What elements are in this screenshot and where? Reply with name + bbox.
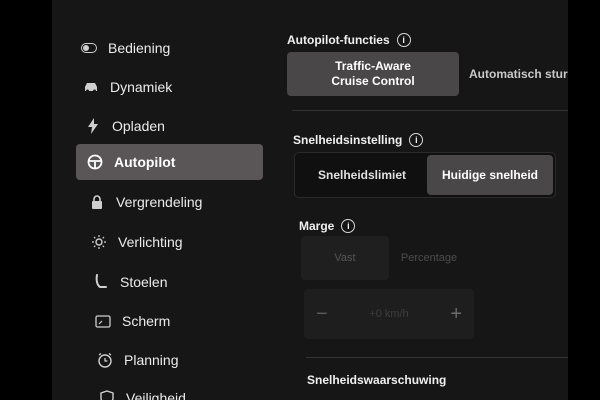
car-icon bbox=[82, 78, 100, 96]
option-vast[interactable]: Vast bbox=[301, 236, 389, 280]
sidebar-item-label: Veiligheid bbox=[126, 390, 186, 400]
sidebar-item-veiligheid[interactable]: Veiligheid bbox=[98, 380, 278, 400]
increase-button[interactable]: + bbox=[450, 303, 462, 326]
sidebar-item-label: Autopilot bbox=[114, 154, 176, 170]
autopilot-settings-panel: Autopilot-functies i Traffic-Aware Cruis… bbox=[282, 0, 568, 400]
sidebar-item-planning[interactable]: Planning bbox=[96, 342, 276, 378]
sidebar-item-label: Scherm bbox=[122, 313, 171, 329]
sidebar-item-stoelen[interactable]: Stoelen bbox=[92, 264, 272, 300]
decrease-button[interactable]: − bbox=[316, 303, 328, 326]
section-title: Snelheidswaarschuwing bbox=[307, 373, 447, 387]
section-title: Marge bbox=[299, 219, 335, 233]
sidebar-item-vergrendeling[interactable]: Vergrendeling bbox=[88, 184, 268, 220]
info-icon[interactable]: i bbox=[409, 133, 424, 147]
section-title: Snelheidsinstelling bbox=[293, 133, 403, 147]
display-icon bbox=[94, 312, 112, 330]
section-divider bbox=[292, 110, 568, 111]
autopilot-functions-heading: Autopilot-functies i bbox=[287, 33, 411, 47]
option-huidige-snelheid[interactable]: Huidige snelheid bbox=[427, 155, 553, 195]
option-automatisch-sturen[interactable]: Automatisch sturen bbox=[459, 52, 568, 96]
lightning-icon bbox=[84, 117, 102, 135]
autopilot-functions-selector: Traffic-Aware Cruise Control Automatisch… bbox=[287, 52, 568, 96]
sidebar-item-label: Bediening bbox=[108, 40, 171, 56]
sidebar-item-label: Dynamiek bbox=[110, 79, 173, 95]
steering-wheel-icon bbox=[86, 153, 104, 171]
option-percentage[interactable]: Percentage bbox=[389, 236, 469, 280]
sidebar-item-verlichting[interactable]: Verlichting bbox=[90, 224, 270, 260]
clock-icon bbox=[96, 351, 114, 369]
speed-setting-heading: Snelheidsinstelling i bbox=[293, 133, 424, 147]
sidebar-item-dynamiek[interactable]: Dynamiek bbox=[82, 69, 262, 105]
section-divider bbox=[306, 357, 568, 358]
info-icon[interactable]: i bbox=[396, 33, 411, 47]
sidebar-item-bediening[interactable]: Bediening bbox=[80, 30, 260, 66]
seat-icon bbox=[92, 273, 110, 291]
toggle-icon bbox=[80, 39, 98, 57]
sidebar-item-label: Vergrendeling bbox=[116, 194, 203, 210]
settings-screen: Bediening Dynamiek Opladen Autopilot Ver… bbox=[52, 0, 568, 400]
speed-setting-selector: Snelheidslimiet Huidige snelheid bbox=[294, 152, 556, 198]
sidebar-item-label: Opladen bbox=[112, 118, 165, 134]
option-snelheidslimiet[interactable]: Snelheidslimiet bbox=[297, 155, 427, 195]
sidebar-item-label: Planning bbox=[124, 352, 179, 368]
sidebar: Bediening Dynamiek Opladen Autopilot Ver… bbox=[52, 0, 267, 400]
margin-heading: Marge i bbox=[299, 219, 356, 233]
margin-stepper: − +0 km/h + bbox=[304, 289, 474, 339]
sidebar-item-opladen[interactable]: Opladen bbox=[84, 108, 264, 144]
section-title: Autopilot-functies bbox=[287, 33, 390, 47]
margin-type-selector: Vast Percentage bbox=[301, 236, 469, 280]
margin-value: +0 km/h bbox=[369, 308, 409, 320]
lock-icon bbox=[88, 193, 106, 211]
speed-warning-heading: Snelheidswaarschuwing bbox=[307, 373, 446, 387]
option-traffic-aware-cruise-control[interactable]: Traffic-Aware Cruise Control bbox=[287, 52, 459, 96]
sidebar-item-label: Stoelen bbox=[120, 274, 168, 290]
info-icon[interactable]: i bbox=[341, 219, 356, 233]
shield-icon bbox=[98, 389, 116, 400]
sidebar-item-label: Verlichting bbox=[118, 234, 183, 250]
sidebar-item-scherm[interactable]: Scherm bbox=[94, 303, 274, 339]
sidebar-item-autopilot[interactable]: Autopilot bbox=[76, 144, 263, 180]
sun-icon bbox=[90, 233, 108, 251]
